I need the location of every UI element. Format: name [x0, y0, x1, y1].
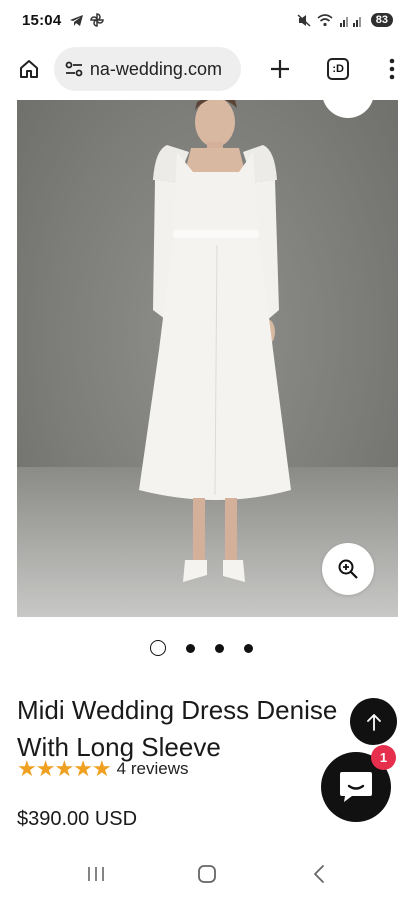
signal-icon — [339, 16, 361, 27]
product-title: Midi Wedding Dress Denise With Long Slee… — [17, 695, 338, 762]
home-icon — [19, 60, 38, 78]
pinwheel-icon — [90, 13, 105, 27]
battery-indicator: 83 — [370, 13, 393, 27]
reviews-count[interactable]: 4 reviews — [117, 759, 189, 779]
menu-icon — [389, 58, 395, 80]
home-nav-icon — [198, 865, 217, 883]
star-icon: ★ — [73, 756, 93, 781]
star-icon: ★ — [35, 756, 56, 781]
star-icon: ★ — [91, 756, 112, 781]
telegram-icon — [70, 14, 84, 26]
carousel-dot-2[interactable] — [186, 643, 195, 653]
recent-apps-button[interactable] — [76, 854, 116, 894]
star-icon: ★ — [17, 756, 37, 781]
tabs-button[interactable]: :D — [315, 46, 361, 92]
address-bar[interactable]: na-wedding.com — [53, 47, 242, 91]
recent-apps-icon — [88, 867, 104, 881]
navigation-bar — [0, 848, 415, 900]
wifi-icon — [317, 13, 333, 26]
carousel-dot-1[interactable] — [150, 640, 166, 656]
status-left-icons — [69, 13, 105, 27]
product-image[interactable] — [17, 100, 398, 617]
back-icon — [314, 865, 325, 883]
carousel-dots — [150, 640, 253, 656]
back-button[interactable] — [299, 854, 339, 894]
status-right-icons: 83 — [297, 13, 393, 27]
zoom-in-icon — [338, 559, 358, 579]
status-time: 15:04 — [22, 11, 62, 29]
star-icon: ★ — [54, 756, 75, 781]
site-settings-icon[interactable] — [64, 60, 84, 78]
carousel-dot-3[interactable] — [215, 643, 224, 653]
home-nav-button[interactable] — [187, 854, 227, 894]
product-rating[interactable]: ★ ★ ★ ★ ★ 4 reviews — [17, 758, 188, 780]
chat-bubble-icon — [340, 772, 372, 802]
new-tab-button[interactable] — [257, 46, 303, 92]
arrow-up-icon — [366, 713, 381, 731]
mute-icon — [297, 13, 311, 27]
dress-photo — [139, 100, 291, 582]
browser-menu-button[interactable] — [369, 46, 415, 92]
browser-toolbar: na-wedding.com :D — [0, 40, 415, 98]
product-price: $390.00 USD — [17, 808, 138, 830]
new-tab-icon — [271, 60, 290, 78]
carousel-dot-4[interactable] — [244, 643, 253, 653]
chat-notification-badge: 1 — [371, 745, 396, 770]
tabs-icon: :D — [327, 58, 350, 80]
zoom-button[interactable] — [322, 543, 374, 595]
scroll-to-top-button[interactable] — [350, 698, 397, 745]
status-bar: 15:04 83 — [0, 0, 415, 40]
home-button[interactable] — [6, 46, 52, 92]
url-text: na-wedding.com — [89, 58, 222, 79]
